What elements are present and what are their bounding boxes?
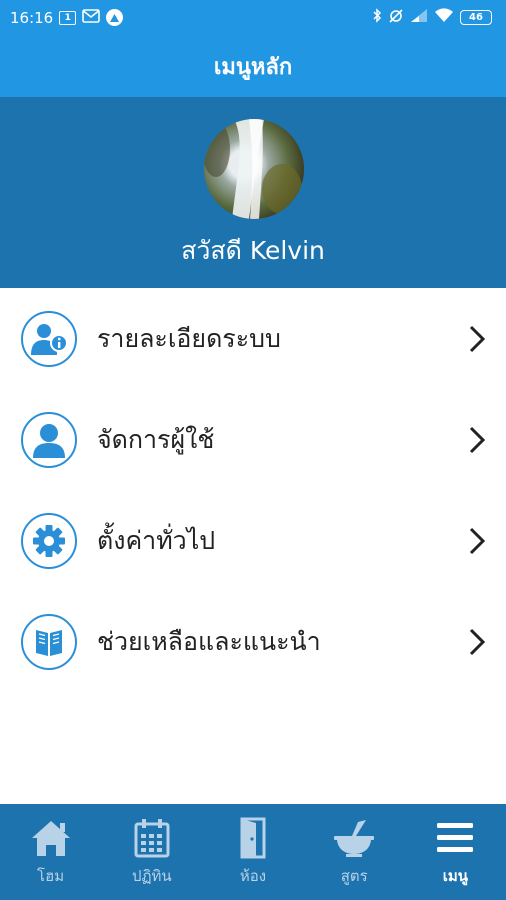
bluetooth-icon bbox=[372, 8, 382, 27]
nav-item-room[interactable]: ห้อง bbox=[202, 804, 303, 900]
chevron-right-icon bbox=[469, 628, 486, 655]
app-bar: เมนูหลัก bbox=[0, 35, 506, 97]
menu-item-user-management[interactable]: จัดการผู้ใช้ bbox=[0, 389, 506, 490]
chevron-right-icon bbox=[469, 325, 486, 352]
menu-item-label: ตั้งค่าทั่วไป bbox=[97, 525, 216, 555]
menu-list: รายละเอียดระบบ จัดการผู้ใช้ ตั้งค่าทั่วไ… bbox=[0, 288, 506, 692]
nav-label: ห้อง bbox=[239, 867, 267, 885]
status-time: 16:16 bbox=[10, 8, 54, 27]
nav-item-menu[interactable]: เมนู bbox=[405, 804, 506, 900]
nav-label: ปฏิทิน bbox=[131, 867, 172, 885]
menu-item-general-settings[interactable]: ตั้งค่าทั่วไป bbox=[0, 490, 506, 591]
menu-item-label: จัดการผู้ใช้ bbox=[97, 424, 215, 454]
sim-badge-icon: 1 bbox=[59, 10, 77, 25]
nav-label: สูตร bbox=[340, 867, 368, 885]
menu-item-help-guide[interactable]: ช่วยเหลือและแนะนำ bbox=[0, 591, 506, 692]
menu-icon bbox=[432, 816, 478, 860]
bottom-nav: โฮม ปฏิทิน ห้อง สูตร เมนู bbox=[0, 804, 506, 900]
status-right: 46 bbox=[372, 8, 492, 28]
nav-label: เมนู bbox=[442, 867, 469, 885]
user-icon bbox=[21, 411, 77, 468]
nav-item-home[interactable]: โฮม bbox=[0, 804, 101, 900]
nav-item-calendar[interactable]: ปฏิทิน bbox=[101, 804, 202, 900]
chevron-right-icon bbox=[469, 426, 486, 453]
page-title: เมนูหลัก bbox=[213, 54, 293, 80]
home-icon bbox=[28, 816, 74, 860]
nav-item-recipe[interactable]: สูตร bbox=[304, 804, 405, 900]
door-icon bbox=[230, 816, 276, 860]
status-bar: 16:16 1 46 bbox=[0, 0, 506, 35]
battery-icon: 46 bbox=[460, 10, 492, 25]
greeting-text: สวัสดี Kelvin bbox=[181, 236, 325, 265]
wifi-icon bbox=[434, 8, 454, 27]
mail-icon bbox=[82, 8, 101, 27]
menu-item-label: ช่วยเหลือและแนะนำ bbox=[97, 626, 321, 656]
status-left: 16:16 1 bbox=[10, 8, 124, 27]
notification-triangle-icon bbox=[106, 9, 124, 26]
menu-item-system-details[interactable]: รายละเอียดระบบ bbox=[0, 288, 506, 389]
user-info-icon bbox=[21, 310, 77, 367]
mute-icon bbox=[388, 8, 404, 28]
mortar-pestle-icon bbox=[331, 816, 377, 860]
chevron-right-icon bbox=[469, 527, 486, 554]
menu-item-label: รายละเอียดระบบ bbox=[97, 323, 281, 353]
avatar[interactable] bbox=[204, 119, 304, 219]
waterfall-photo-icon bbox=[204, 119, 302, 219]
calendar-icon bbox=[129, 816, 175, 860]
book-icon bbox=[21, 613, 77, 670]
profile-header: สวัสดี Kelvin bbox=[0, 97, 506, 288]
nav-label: โฮม bbox=[37, 867, 65, 885]
gear-icon bbox=[21, 512, 77, 569]
signal-icon bbox=[410, 8, 428, 27]
